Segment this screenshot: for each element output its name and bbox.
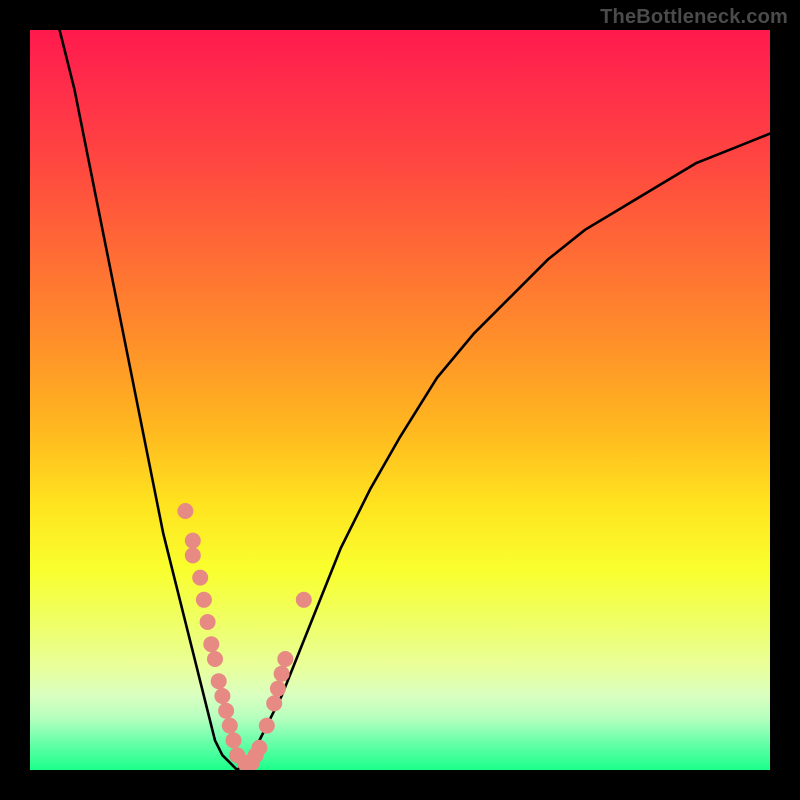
data-point [200,614,216,630]
right-curve [237,134,770,770]
data-point [185,547,201,563]
data-point [211,673,227,689]
data-point [274,666,290,682]
data-point [266,695,282,711]
data-point [196,592,212,608]
data-point [218,703,234,719]
data-point [251,740,267,756]
data-point [296,592,312,608]
plot-area [30,30,770,770]
data-point [259,718,275,734]
curve-layer [30,30,770,770]
data-point [177,503,193,519]
scatter-points-group [177,503,311,770]
data-point [277,651,293,667]
watermark-text: TheBottleneck.com [600,6,788,29]
data-point [203,636,219,652]
data-point [185,533,201,549]
data-point [270,681,286,697]
right-curve-path [237,134,770,770]
data-point [214,688,230,704]
data-point [226,732,242,748]
data-point [207,651,223,667]
data-point [222,718,238,734]
chart-frame: TheBottleneck.com [0,0,800,800]
data-point [192,570,208,586]
